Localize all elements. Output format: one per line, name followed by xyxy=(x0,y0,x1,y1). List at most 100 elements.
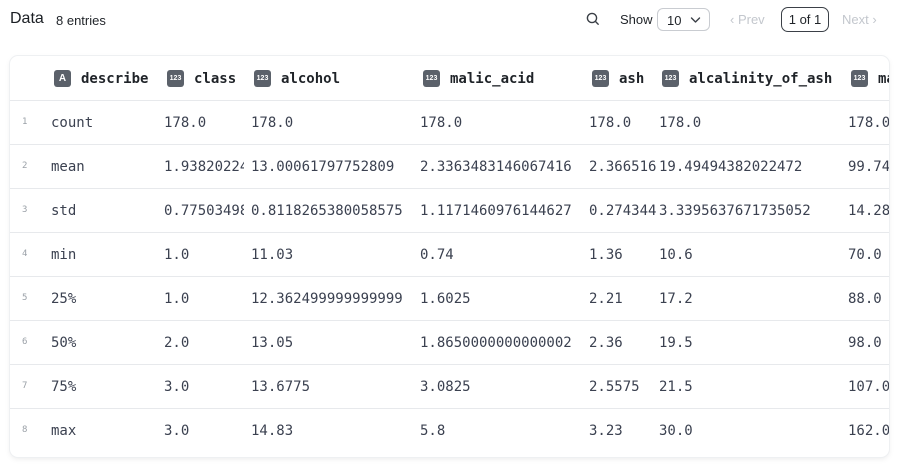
row-index: 7 xyxy=(22,381,28,391)
cell-alcalinity-of-ash: 30.0 xyxy=(659,423,693,439)
column-label: alcohol xyxy=(281,70,341,87)
row-index: 8 xyxy=(22,425,28,435)
cell-malic-acid: 5.8 xyxy=(420,423,446,439)
table-row[interactable]: 6 50% 2.0 13.05 1.8650000000000002 2.36 … xyxy=(10,321,889,365)
cell-describe: 75% xyxy=(51,379,77,395)
row-index: 4 xyxy=(22,249,28,259)
search-button[interactable] xyxy=(584,10,602,28)
cell-describe: count xyxy=(51,115,94,131)
column-header-magnesium[interactable]: 123 magnesium xyxy=(851,56,889,101)
column-header-ash[interactable]: 123 ash xyxy=(592,56,644,101)
cell-alcalinity-of-ash: 3.3395637671735052 xyxy=(659,203,811,219)
cell-alcohol: 12.362499999999999 xyxy=(251,291,403,307)
cell-class: 3.0 xyxy=(164,423,190,439)
cell-malic-acid: 3.0825 xyxy=(420,379,471,395)
text-type-icon: A xyxy=(54,70,71,87)
cell-alcohol: 13.00061797752809 xyxy=(251,159,395,175)
cell-malic-acid: 1.1171460976144627 xyxy=(420,203,572,219)
number-type-icon: 123 xyxy=(167,70,184,87)
cell-class: 178.0 xyxy=(164,115,207,131)
data-header: Data 8 entries Show 10 ‹ Prev 1 of 1 Nex… xyxy=(0,0,900,40)
cell-describe: mean xyxy=(51,159,85,175)
column-header-malic-acid[interactable]: 123 malic_acid xyxy=(423,56,534,101)
cell-class: 1.0 xyxy=(164,247,190,263)
number-type-icon: 123 xyxy=(254,70,271,87)
row-index: 5 xyxy=(22,293,28,303)
cell-class: 1.9382022471910112 xyxy=(164,159,244,175)
cell-alcalinity-of-ash: 21.5 xyxy=(659,379,693,395)
cell-magnesium: 14.282483515295668 xyxy=(848,203,889,219)
cell-ash: 2.36 xyxy=(589,335,623,351)
column-header-describe[interactable]: A describe xyxy=(54,56,148,101)
table-row[interactable]: 3 std 0.7750349899850565 0.8118265380058… xyxy=(10,189,889,233)
column-label: alcalinity_of_ash xyxy=(689,70,833,87)
cell-describe: std xyxy=(51,203,77,219)
cell-ash: 3.23 xyxy=(589,423,623,439)
column-label: malic_acid xyxy=(450,70,535,87)
row-index: 6 xyxy=(22,337,28,347)
cell-alcohol: 13.05 xyxy=(251,335,294,351)
column-label: class xyxy=(194,70,237,87)
cell-ash: 178.0 xyxy=(589,115,632,131)
page-size-value: 10 xyxy=(667,13,682,28)
table-row[interactable]: 5 25% 1.0 12.362499999999999 1.6025 2.21… xyxy=(10,277,889,321)
show-label: Show xyxy=(620,12,653,27)
cell-ash: 2.3665168539325845 xyxy=(589,159,657,175)
cell-ash: 1.36 xyxy=(589,247,623,263)
cell-class: 1.0 xyxy=(164,291,190,307)
cell-malic-acid: 178.0 xyxy=(420,115,463,131)
column-header-class[interactable]: 123 class xyxy=(167,56,236,101)
cell-describe: max xyxy=(51,423,77,439)
table-header: A describe 123 class 123 alcohol 123 mal… xyxy=(10,56,889,101)
page-indicator[interactable]: 1 of 1 xyxy=(781,7,829,32)
table-row[interactable]: 7 75% 3.0 13.6775 3.0825 2.5575 21.5 107… xyxy=(10,365,889,409)
cell-magnesium: 98.0 xyxy=(848,335,882,351)
entry-count: 8 entries xyxy=(56,13,106,28)
cell-magnesium: 178.0 xyxy=(848,115,889,131)
row-index: 2 xyxy=(22,161,28,171)
cell-alcohol: 14.83 xyxy=(251,423,294,439)
next-page-button[interactable]: Next › xyxy=(842,12,877,27)
cell-alcalinity-of-ash: 178.0 xyxy=(659,115,702,131)
cell-alcohol: 178.0 xyxy=(251,115,294,131)
cell-magnesium: 107.0 xyxy=(848,379,889,395)
cell-class: 0.7750349899850565 xyxy=(164,203,244,219)
chevron-down-icon xyxy=(690,17,701,23)
column-header-alcohol[interactable]: 123 alcohol xyxy=(254,56,340,101)
cell-magnesium: 70.0 xyxy=(848,247,882,263)
cell-describe: min xyxy=(51,247,77,263)
cell-alcalinity-of-ash: 17.2 xyxy=(659,291,693,307)
row-index: 3 xyxy=(22,205,28,215)
cell-ash: 0.2743440090608148 xyxy=(589,203,657,219)
cell-class: 3.0 xyxy=(164,379,190,395)
cell-malic-acid: 1.8650000000000002 xyxy=(420,335,572,351)
number-type-icon: 123 xyxy=(851,70,868,87)
row-index: 1 xyxy=(22,117,28,127)
cell-malic-acid: 2.3363483146067416 xyxy=(420,159,572,175)
cell-ash: 2.5575 xyxy=(589,379,640,395)
column-label: ash xyxy=(619,70,645,87)
table-row[interactable]: 2 mean 1.9382022471910112 13.00061797752… xyxy=(10,145,889,189)
cell-malic-acid: 0.74 xyxy=(420,247,454,263)
prev-page-button[interactable]: ‹ Prev xyxy=(730,12,765,27)
cell-class: 2.0 xyxy=(164,335,190,351)
column-header-alcalinity-of-ash[interactable]: 123 alcalinity_of_ash xyxy=(662,56,832,101)
table-row[interactable]: 1 count 178.0 178.0 178.0 178.0 178.0 17… xyxy=(10,101,889,145)
cell-alcohol: 11.03 xyxy=(251,247,294,263)
table-row[interactable]: 4 min 1.0 11.03 0.74 1.36 10.6 70.0 xyxy=(10,233,889,277)
cell-magnesium: 162.0 xyxy=(848,423,889,439)
column-label: describe xyxy=(81,70,149,87)
data-table: A describe 123 class 123 alcohol 123 mal… xyxy=(10,56,889,457)
page-size-select[interactable]: 10 xyxy=(657,8,710,31)
number-type-icon: 123 xyxy=(662,70,679,87)
cell-alcohol: 0.8118265380058575 xyxy=(251,203,403,219)
table-row[interactable]: 8 max 3.0 14.83 5.8 3.23 30.0 162.0 xyxy=(10,409,889,453)
number-type-icon: 123 xyxy=(592,70,609,87)
cell-alcohol: 13.6775 xyxy=(251,379,311,395)
number-type-icon: 123 xyxy=(423,70,440,87)
cell-alcalinity-of-ash: 19.5 xyxy=(659,335,693,351)
cell-alcalinity-of-ash: 19.49494382022472 xyxy=(659,159,803,175)
cell-ash: 2.21 xyxy=(589,291,623,307)
cell-alcalinity-of-ash: 10.6 xyxy=(659,247,693,263)
column-label: magnesium xyxy=(878,70,889,87)
